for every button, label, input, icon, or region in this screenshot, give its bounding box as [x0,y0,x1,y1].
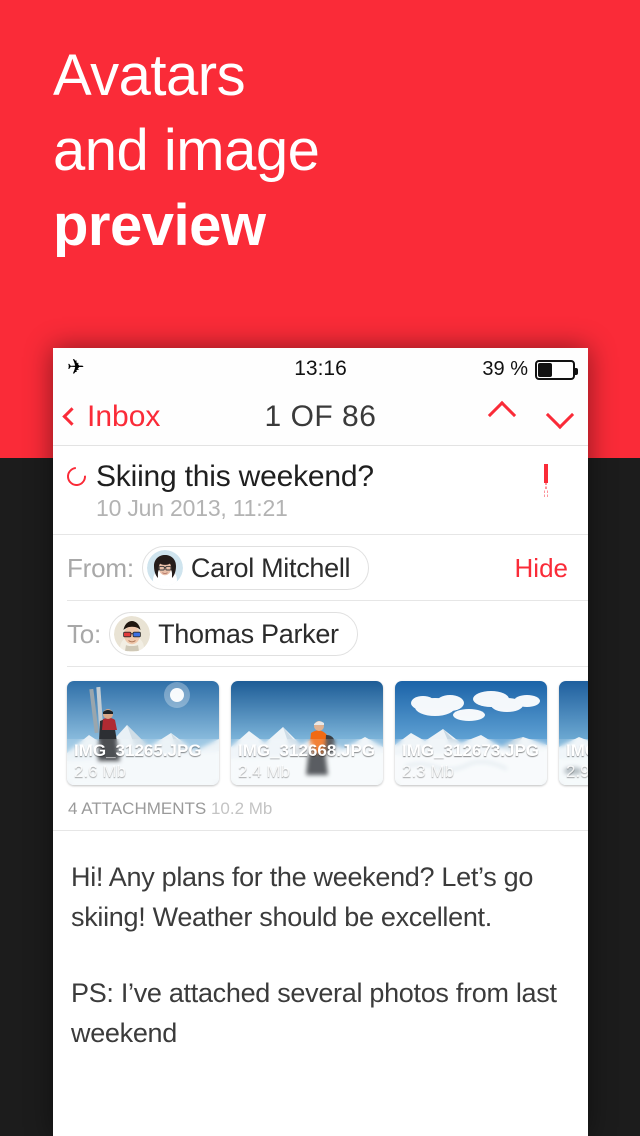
previous-message-button[interactable] [487,400,517,430]
attachment-filename: IMG [566,741,588,760]
message-date: 10 Jun 2013, 11:21 [96,495,288,521]
promo-headline: Avatars and image preview [53,38,573,263]
hide-details-button[interactable]: Hide [515,535,568,601]
sender-name: Carol Mitchell [190,552,351,583]
attachment-filesize: 2.4 Mb [238,762,290,781]
sender-avatar [146,550,183,586]
headline-line-3: preview [53,193,266,258]
recipient-name: Thomas Parker [158,618,339,649]
attachment-filename: IMG_312673.JPG [402,741,540,760]
subject-header: Skiing this weekend? 10 Jun 2013, 11:21 [53,446,588,535]
attachment-filesize: 2.6 Mb [74,762,126,781]
attachment-thumbnail[interactable]: IMG 2.9 [559,681,588,785]
recipient-avatar [114,616,151,652]
attachment-filename: IMG_312668.JPG [238,741,376,760]
from-label: From: [67,552,134,583]
headline-line-1: Avatars [53,43,246,108]
attachment-total-size: 10.2 Mb [210,799,273,818]
chevron-up-icon [487,400,517,429]
attachment-filesize: 2.9 [566,762,588,781]
status-bar: ✈ 13:16 39 % [53,348,588,388]
battery-icon [535,359,578,380]
attachment-filename: IMG_31265.JPG [74,741,202,760]
attachment-summary: 4 ATTACHMENTS 10.2 Mb [53,795,588,831]
to-row: To: Thomas Parker [53,601,588,667]
headline-line-2: and image [53,118,320,183]
phone-screen: ✈ 13:16 39 % Inbox 1 OF 86 Skiing this w… [53,348,588,1136]
chevron-down-icon [545,400,575,429]
attachment-thumbnail[interactable]: IMG_31265.JPG 2.6 Mb [67,681,219,785]
attachment-thumbnail[interactable]: IMG_312668.JPG 2.4 Mb [231,681,383,785]
attachment-thumbnail[interactable]: IMG_312673.JPG 2.3 Mb [395,681,547,785]
message-body: Hi! Any plans for the weekend? Let’s go … [53,831,588,1053]
unread-circle-icon[interactable] [63,463,90,490]
battery-percent-label: 39 % [482,358,528,380]
recipient-pill[interactable]: Thomas Parker [109,612,358,656]
body-paragraph: PS: I’ve attached several photos from la… [71,978,557,1048]
status-battery-group: 39 % [482,358,578,381]
navigation-bar: Inbox 1 OF 86 [53,388,588,446]
attachment-count-label: 4 ATTACHMENTS [68,799,207,818]
message-nav-arrows [487,388,575,446]
attachment-filesize: 2.3 Mb [402,762,454,781]
body-paragraph: Hi! Any plans for the weekend? Let’s go … [71,862,534,932]
attachment-strip[interactable]: IMG_31265.JPG 2.6 Mb IMG_312668.JPG 2.4 Mb [53,667,588,795]
next-message-button[interactable] [545,400,575,430]
sender-pill[interactable]: Carol Mitchell [141,546,370,590]
bookmark-icon[interactable] [544,464,570,499]
to-label: To: [67,618,102,649]
subject-text: Skiing this weekend? [96,460,374,493]
from-row: From: Carol Mitchell Hide [53,535,588,601]
subject-row: Skiing this weekend? [63,460,574,494]
